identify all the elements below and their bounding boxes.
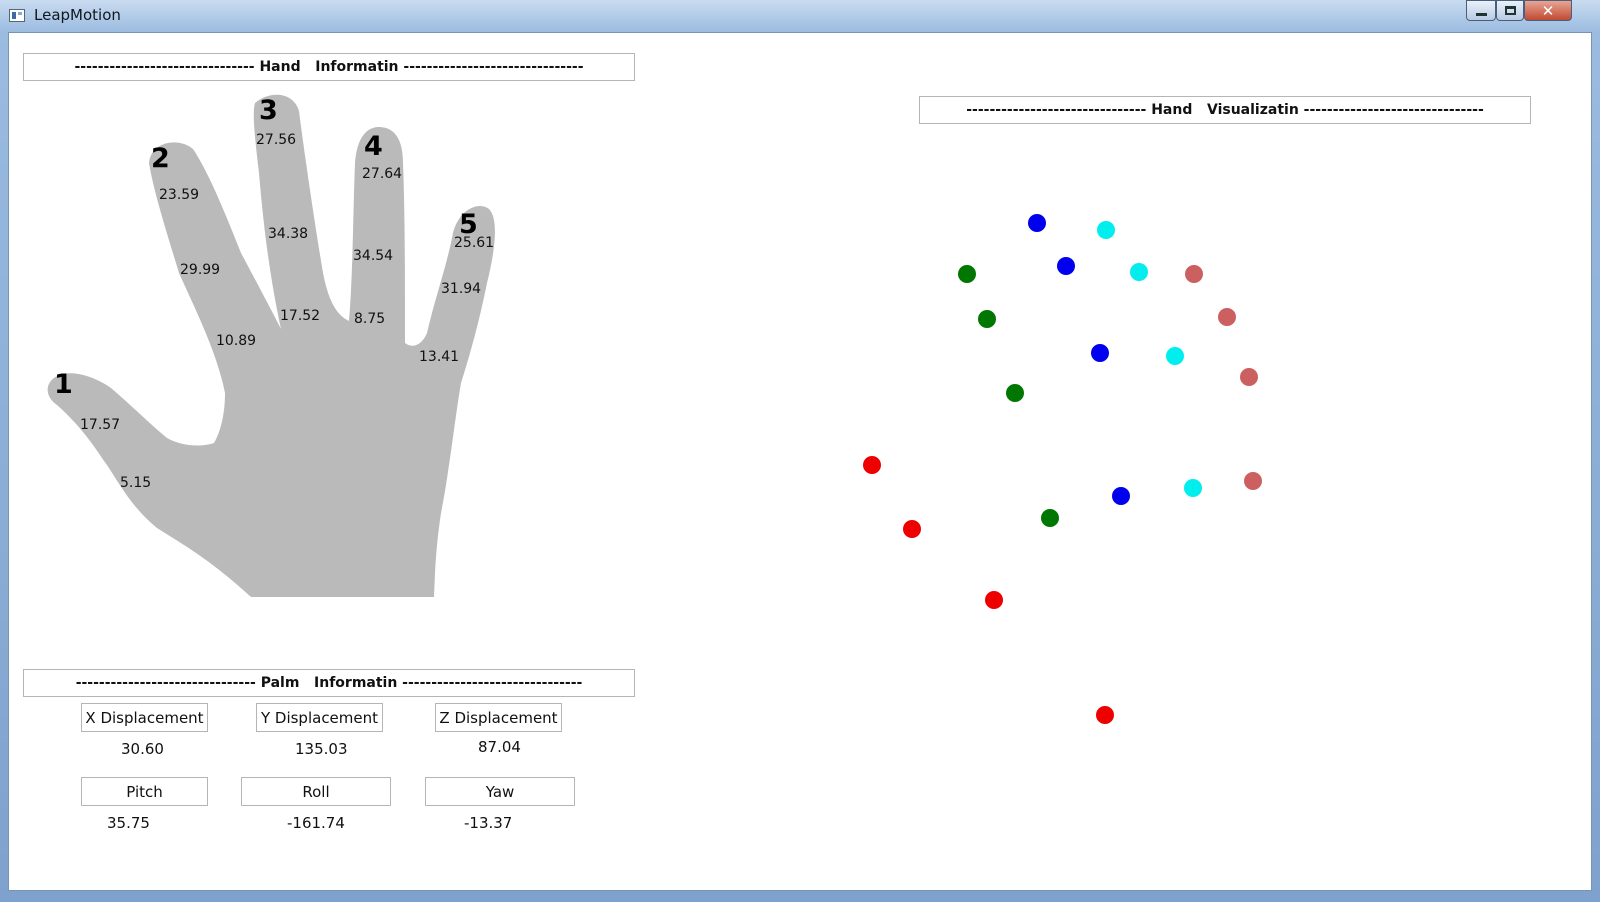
index-joint-4 — [1041, 509, 1059, 527]
pinky-joint-2 — [1218, 308, 1236, 326]
close-button[interactable]: ✕ — [1524, 0, 1572, 21]
middle-joint-1 — [1028, 214, 1046, 232]
thumb-joint-1 — [863, 456, 881, 474]
middle-joint-4 — [1112, 487, 1130, 505]
index-joint-1 — [958, 265, 976, 283]
index-joint-2 — [978, 310, 996, 328]
middle-joint-2 — [1057, 257, 1075, 275]
minimize-icon — [1475, 13, 1487, 16]
thumb-joint-3 — [985, 591, 1003, 609]
title-bar[interactable]: LeapMotion ✕ — [0, 0, 1600, 32]
ring-joint-2 — [1130, 263, 1148, 281]
index-joint-3 — [1006, 384, 1024, 402]
minimize-button[interactable] — [1466, 0, 1496, 21]
pinky-joint-1 — [1185, 265, 1203, 283]
window-title: LeapMotion — [34, 6, 121, 24]
ring-joint-1 — [1097, 221, 1115, 239]
main-content: ------------------------------- Hand Inf… — [8, 32, 1592, 891]
middle-joint-3 — [1091, 344, 1109, 362]
ring-joint-3 — [1166, 347, 1184, 365]
hand-visualization-canvas — [863, 214, 1262, 724]
app-icon — [9, 9, 25, 22]
thumb-joint-4 — [1096, 706, 1114, 724]
pinky-joint-4 — [1244, 472, 1262, 490]
maximize-icon — [1504, 6, 1516, 15]
app-window: LeapMotion ✕ ---------------------------… — [0, 0, 1600, 902]
ring-joint-4 — [1184, 479, 1202, 497]
thumb-joint-2 — [903, 520, 921, 538]
maximize-button[interactable] — [1496, 0, 1524, 21]
close-icon: ✕ — [1541, 1, 1555, 20]
pinky-joint-3 — [1240, 368, 1258, 386]
